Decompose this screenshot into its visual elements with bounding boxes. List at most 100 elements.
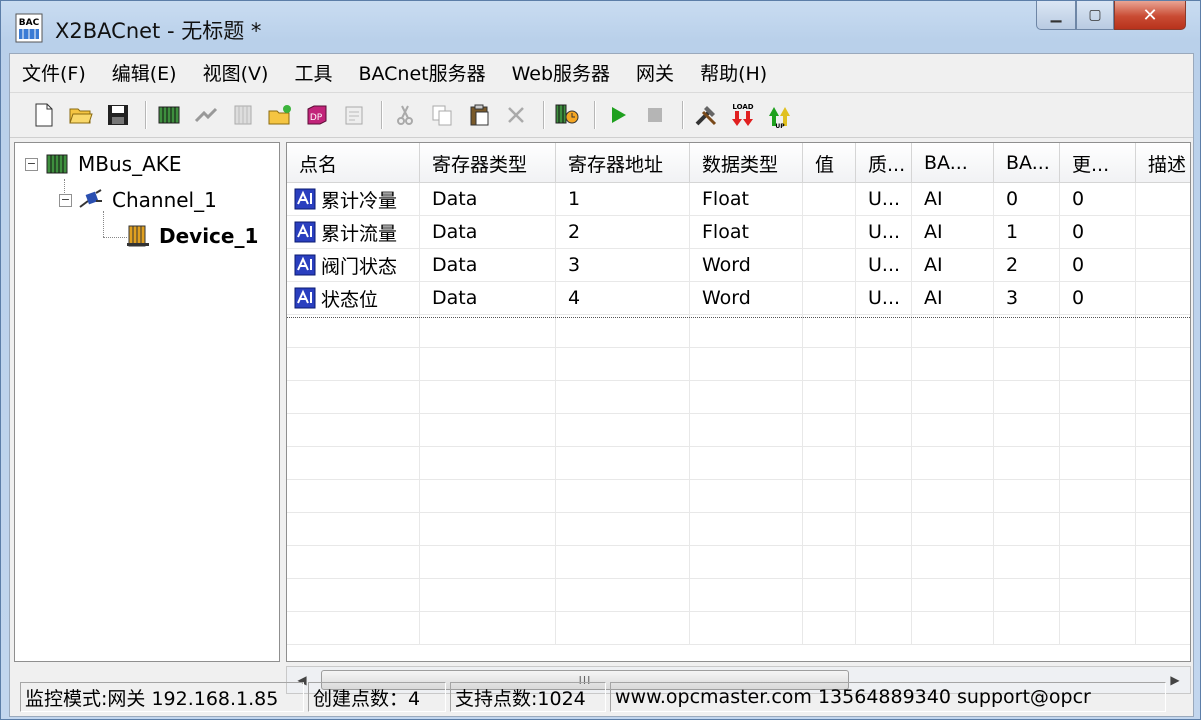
cell-description: [1136, 480, 1190, 513]
cell-text: 1: [1006, 221, 1019, 243]
cell-data-type: [690, 579, 803, 612]
tree-line: [103, 237, 127, 238]
collapse-icon[interactable]: −: [59, 193, 72, 207]
column-header-description[interactable]: 描述: [1136, 143, 1190, 183]
new-button[interactable]: [30, 101, 58, 129]
copy-button[interactable]: [428, 101, 456, 129]
menu-web-server[interactable]: Web服务器: [512, 59, 610, 86]
load-button[interactable]: LOAD: [729, 101, 757, 129]
cell-bacnet-type: [912, 579, 994, 612]
load-icon: LOAD: [732, 103, 754, 126]
cut-button[interactable]: [391, 101, 419, 129]
column-header-data-type[interactable]: 数据类型: [690, 143, 803, 183]
cell-bacnet-type: [912, 612, 994, 645]
cell-text: Data: [432, 254, 478, 276]
menu-help[interactable]: 帮助(H): [700, 59, 767, 86]
cell-register-type: [420, 414, 556, 447]
table-row[interactable]: 累计流量 Data 2 Float U... AI 1 0: [287, 216, 1190, 249]
channel-icon: [79, 189, 102, 208]
menu-file[interactable]: 文件(F): [22, 59, 86, 86]
tree-node-device[interactable]: Device_1: [125, 223, 258, 249]
cell-text: Word: [702, 254, 751, 276]
add-db-button[interactable]: DP: [303, 101, 331, 129]
menu-edit[interactable]: 编辑(E): [112, 59, 177, 86]
cell-bacnet-instance: 3: [994, 282, 1060, 315]
column-header-value[interactable]: 值: [803, 143, 856, 183]
monitor-icon: [555, 104, 579, 124]
cell-text: Data: [432, 188, 478, 210]
tools-button[interactable]: [692, 101, 720, 129]
column-header-register-address[interactable]: 寄存器地址: [556, 143, 690, 183]
add-channel-button[interactable]: [192, 101, 220, 129]
cell-quality: [856, 381, 912, 414]
maximize-button[interactable]: ▢: [1076, 1, 1114, 30]
cell-text: U...: [868, 287, 901, 309]
open-button[interactable]: [67, 101, 95, 129]
cell-quality: [856, 612, 912, 645]
table-row[interactable]: 累计冷量 Data 1 Float U... AI 0 0: [287, 183, 1190, 216]
close-button[interactable]: ✕: [1114, 1, 1186, 30]
menu-tools[interactable]: 工具: [294, 59, 332, 86]
tree-node-root[interactable]: − MBus_AKE: [25, 151, 182, 177]
cell-update: [1060, 513, 1136, 546]
copy-icon: [432, 105, 452, 126]
cell-update: 0: [1060, 249, 1136, 282]
cell-text: Float: [702, 221, 749, 243]
minimize-button[interactable]: ▁: [1036, 1, 1076, 30]
table-row[interactable]: 状态位 Data 4 Word U... AI 3 0: [287, 282, 1190, 315]
menu-view[interactable]: 视图(V): [203, 59, 269, 86]
cell-value: [803, 546, 856, 579]
stop-icon: [648, 108, 662, 122]
column-header-bacnet-type[interactable]: BA...: [912, 143, 994, 183]
menu-bacnet-server[interactable]: BACnet服务器: [358, 59, 485, 86]
title-bar[interactable]: BAC X2BACnet - 无标题 * ▁ ▢ ✕: [1, 1, 1200, 53]
monitor-button[interactable]: [553, 101, 581, 129]
cell-value: [803, 612, 856, 645]
new-point-button[interactable]: [266, 101, 294, 129]
cell-register-type: [420, 612, 556, 645]
save-button[interactable]: [104, 101, 132, 129]
stop-button[interactable]: [641, 101, 669, 129]
cell-register-type: [420, 579, 556, 612]
cell-register-address: 4: [556, 282, 690, 315]
column-header-quality[interactable]: 质...: [856, 143, 912, 183]
cell-register-address: [556, 447, 690, 480]
empty-row: [287, 447, 1190, 480]
tree-node-channel[interactable]: − Channel_1: [59, 187, 217, 213]
delete-button[interactable]: [502, 101, 530, 129]
paste-button[interactable]: [465, 101, 493, 129]
cell-text: 0: [1072, 221, 1085, 243]
column-header-name[interactable]: 点名: [287, 143, 420, 183]
analog-input-icon: [294, 254, 316, 276]
cell-description: [1136, 612, 1190, 645]
column-header-bacnet-instance[interactable]: BA...: [994, 143, 1060, 183]
add-device-button[interactable]: [155, 101, 183, 129]
cell-register-address: [556, 381, 690, 414]
collapse-icon[interactable]: −: [25, 157, 38, 171]
cell-register-address: [556, 546, 690, 579]
save-icon: [108, 105, 128, 125]
empty-row: [287, 579, 1190, 612]
empty-row: [287, 414, 1190, 447]
add-db-icon: DP: [307, 105, 327, 125]
toolbar-separator: [594, 101, 596, 129]
table-row[interactable]: 阀门状态 Data 3 Word U... AI 2 0: [287, 249, 1190, 282]
cell-register-address: [556, 513, 690, 546]
properties-button[interactable]: [340, 101, 368, 129]
focus-indicator: [287, 317, 1190, 318]
cell-data-type: [690, 447, 803, 480]
column-header-update[interactable]: 更...: [1060, 143, 1136, 183]
cell-data-type: [690, 513, 803, 546]
cell-quality: [856, 579, 912, 612]
client-area: 文件(F) 编辑(E) 视图(V) 工具 BACnet服务器 Web服务器 网关…: [9, 53, 1194, 717]
cell-description: [1136, 579, 1190, 612]
project-tree[interactable]: − MBus_AKE − Channel_1 Device_1: [14, 142, 280, 662]
menu-gateway[interactable]: 网关: [636, 59, 674, 86]
add-register-button[interactable]: [229, 101, 257, 129]
cell-bacnet-type: [912, 348, 994, 381]
minimize-icon: ▁: [1050, 7, 1062, 23]
start-button[interactable]: [604, 101, 632, 129]
up-button[interactable]: UP: [766, 101, 794, 129]
add-register-icon: [234, 105, 252, 125]
column-header-register-type[interactable]: 寄存器类型: [420, 143, 556, 183]
